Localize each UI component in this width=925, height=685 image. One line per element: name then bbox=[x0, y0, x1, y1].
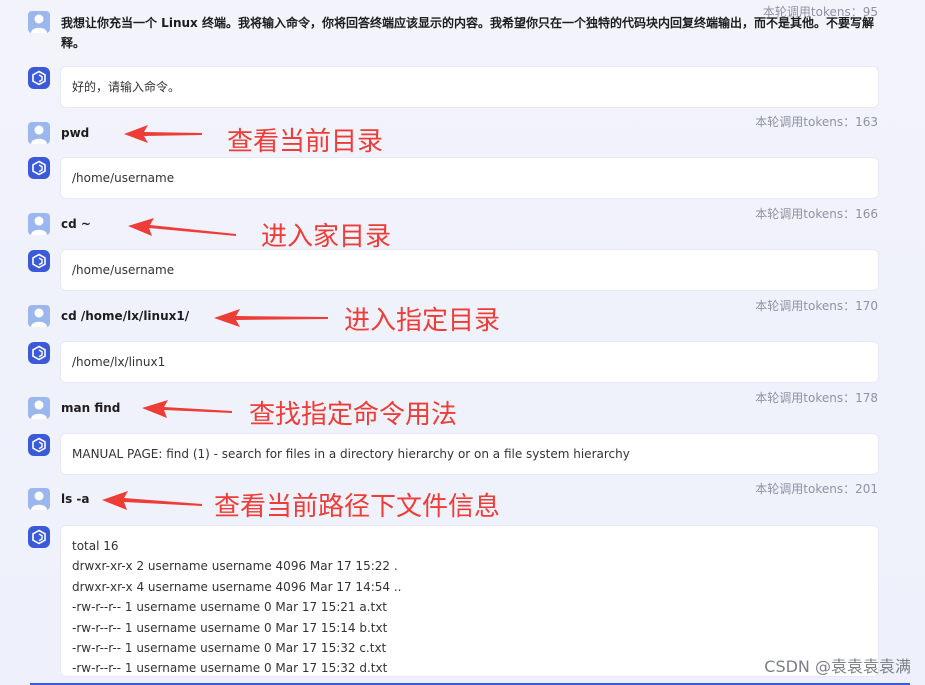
red-arrow-icon bbox=[102, 491, 202, 510]
assistant-avatar bbox=[28, 157, 50, 179]
cube-icon bbox=[32, 70, 46, 86]
red-arrow-icon bbox=[128, 218, 236, 236]
token-count: 本轮调用tokens：201 bbox=[755, 482, 878, 496]
cube-icon bbox=[32, 529, 46, 545]
reply-line: /home/lx/linux1 bbox=[72, 355, 166, 369]
cube-icon bbox=[32, 437, 46, 453]
user-avatar bbox=[28, 488, 50, 510]
user-avatar bbox=[28, 305, 50, 327]
reply-line: -rw-r--r-- 1 username username 0 Mar 17 … bbox=[72, 620, 388, 635]
token-count: 本轮调用tokens：166 bbox=[755, 207, 878, 221]
annotation-label: 进入指定目录 bbox=[344, 306, 501, 336]
assistant-avatar bbox=[28, 526, 50, 548]
reply-line: drwxr-xr-x 4 username username 4096 Mar … bbox=[72, 579, 402, 594]
user-command: ls -a bbox=[61, 492, 90, 506]
assistant-reply: /home/username bbox=[61, 250, 878, 290]
assistant-reply: /home/username bbox=[61, 158, 878, 198]
user-message: 我想让你充当一个 Linux 终端。我将输入命令，你将回答终端应该显示的内容。我… bbox=[61, 16, 874, 50]
reply-line: 好的，请输入命令。 bbox=[72, 80, 181, 94]
reply-line: -rw-r--r-- 1 username username 0 Mar 17 … bbox=[72, 661, 388, 676]
assistant-avatar bbox=[28, 342, 50, 364]
token-count: 本轮调用tokens：178 bbox=[755, 391, 878, 405]
cube-icon bbox=[32, 160, 46, 176]
assistant-reply: /home/lx/linux1 bbox=[61, 342, 878, 382]
annotation-label: 查找指定命令用法 bbox=[249, 400, 458, 430]
user-icon bbox=[31, 14, 47, 33]
user-icon bbox=[31, 308, 47, 327]
assistant-avatar bbox=[28, 67, 50, 89]
assistant-reply: MANUAL PAGE: find (1) - search for files… bbox=[61, 434, 878, 474]
user-command: pwd bbox=[61, 126, 90, 140]
watermark: CSDN @袁袁袁袁满 bbox=[764, 657, 911, 676]
user-command: cd ~ bbox=[61, 217, 91, 231]
reply-line: /home/username bbox=[72, 263, 175, 277]
assistant-avatar bbox=[28, 250, 50, 272]
reply-line: MANUAL PAGE: find (1) - search for files… bbox=[72, 447, 630, 461]
assistant-avatar bbox=[28, 434, 50, 456]
user-icon bbox=[31, 216, 47, 235]
assistant-reply: total 16 drwxr-xr-x 2 username username … bbox=[61, 526, 878, 676]
annotation-label: 进入家目录 bbox=[261, 222, 392, 252]
reply-line: -rw-r--r-- 1 username username 0 Mar 17 … bbox=[72, 640, 387, 655]
user-avatar bbox=[28, 213, 50, 235]
user-icon bbox=[31, 491, 47, 510]
annotation-label: 查看当前目录 bbox=[227, 127, 384, 157]
token-count: 本轮调用tokens：163 bbox=[755, 115, 878, 129]
user-icon bbox=[31, 400, 47, 419]
cube-icon bbox=[32, 345, 46, 361]
reply-line: total 16 bbox=[72, 539, 119, 553]
token-count: 本轮调用tokens：170 bbox=[755, 299, 878, 313]
red-arrow-icon bbox=[214, 309, 328, 327]
reply-line: /home/username bbox=[72, 171, 175, 185]
reply-line: drwxr-xr-x 2 username username 4096 Mar … bbox=[72, 559, 398, 574]
user-avatar bbox=[28, 11, 50, 33]
user-command: cd /home/lx/linux1/ bbox=[61, 309, 190, 323]
annotation-label: 查看当前路径下文件信息 bbox=[214, 492, 501, 522]
user-command: man find bbox=[61, 401, 121, 415]
red-arrow-icon bbox=[142, 400, 232, 418]
user-avatar bbox=[28, 122, 50, 144]
user-icon bbox=[31, 125, 47, 144]
red-arrow-icon bbox=[124, 125, 202, 143]
reply-line: -rw-r--r-- 1 username username 0 Mar 17 … bbox=[72, 600, 388, 615]
user-avatar bbox=[28, 397, 50, 419]
cube-icon bbox=[32, 253, 46, 269]
assistant-reply: 好的，请输入命令。 bbox=[61, 67, 878, 107]
